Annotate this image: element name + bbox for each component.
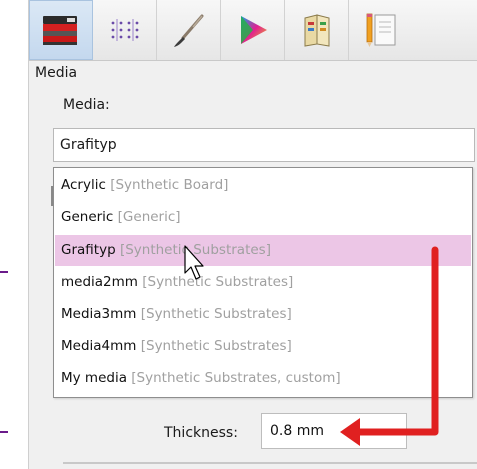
tab-grid[interactable] bbox=[93, 0, 157, 60]
tab-media[interactable] bbox=[29, 0, 93, 60]
tab-brush[interactable] bbox=[157, 0, 221, 60]
list-item[interactable]: Acrylic [Synthetic Board] bbox=[55, 170, 471, 201]
media-stack-icon bbox=[39, 10, 83, 50]
media-dropdown-list: Acrylic [Synthetic Board] Generic [Gener… bbox=[53, 167, 473, 398]
list-item-selected[interactable]: Grafityp [Synthetic Substrates] bbox=[55, 235, 471, 266]
list-item[interactable]: My media [Synthetic Substrates, custom] bbox=[55, 363, 471, 394]
media-label: Media: bbox=[63, 97, 110, 113]
media-name: media2mm bbox=[61, 274, 138, 290]
media-name: Media4mm bbox=[61, 338, 137, 354]
guide-line bbox=[0, 271, 8, 273]
media-category: [Synthetic Board] bbox=[110, 177, 229, 193]
media-combobox[interactable]: Grafityp bbox=[53, 128, 475, 162]
pencil-document-icon bbox=[361, 10, 401, 50]
media-name: Generic bbox=[61, 209, 114, 225]
list-item[interactable]: media2mm [Synthetic Substrates] bbox=[55, 267, 471, 298]
media-category: [Synthetic Substrates] bbox=[140, 306, 292, 322]
media-category: [Synthetic Substrates, custom] bbox=[131, 370, 341, 386]
media-category: [Synthetic Substrates] bbox=[140, 338, 292, 354]
media-name: Grafityp bbox=[61, 242, 116, 258]
list-item[interactable]: Generic [Generic] bbox=[55, 202, 471, 233]
grid-dots-icon bbox=[105, 15, 145, 45]
tab-color[interactable] bbox=[221, 0, 285, 60]
media-name: My media bbox=[61, 370, 127, 386]
media-name: Acrylic bbox=[61, 177, 106, 193]
list-item[interactable]: Media4mm [Synthetic Substrates] bbox=[55, 331, 471, 362]
tab-document[interactable] bbox=[349, 0, 413, 60]
media-category: [Synthetic Substrates] bbox=[119, 242, 271, 258]
media-category: [Generic] bbox=[117, 209, 181, 225]
media-category: [Synthetic Substrates] bbox=[142, 274, 294, 290]
brush-icon bbox=[169, 10, 209, 50]
media-settings-panel: Media Media: Grafityp Acrylic [Synthetic… bbox=[28, 0, 477, 469]
media-name: Media3mm bbox=[61, 306, 137, 322]
thickness-label: Thickness: bbox=[164, 425, 238, 441]
list-item[interactable]: Media3mm [Synthetic Substrates] bbox=[55, 299, 471, 330]
divider bbox=[63, 462, 477, 464]
book-icon bbox=[297, 10, 337, 50]
toolbar bbox=[29, 0, 477, 61]
color-triangle-icon bbox=[233, 10, 273, 50]
guide-line bbox=[0, 431, 8, 433]
section-title: Media bbox=[35, 65, 78, 81]
thickness-field[interactable]: 0.8 mm bbox=[261, 413, 407, 449]
tab-book[interactable] bbox=[285, 0, 349, 60]
screenshot: Media Media: Grafityp Acrylic [Synthetic… bbox=[0, 0, 477, 469]
